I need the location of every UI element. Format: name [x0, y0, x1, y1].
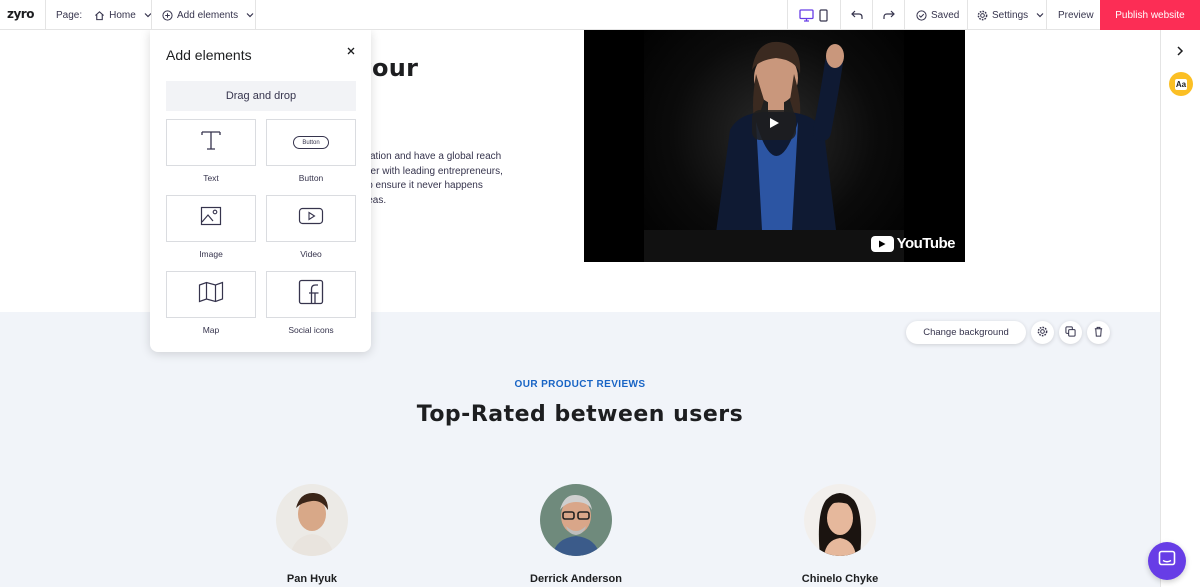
text-icon [200, 129, 222, 156]
reviewer-card[interactable]: Pan Hyuk [232, 484, 392, 585]
check-circle-icon [916, 9, 927, 21]
publish-website-button[interactable]: Publish website [1100, 0, 1200, 30]
plus-circle-icon [162, 9, 173, 21]
gear-icon [977, 10, 988, 21]
undo-icon [851, 10, 863, 20]
panel-title: Add elements [166, 47, 252, 63]
page-value: Home [109, 9, 136, 21]
drag-and-drop-hint: Drag and drop [166, 81, 356, 111]
chevron-down-icon [246, 11, 254, 19]
saved-label: Saved [931, 9, 960, 21]
add-elements-button[interactable]: Add elements [162, 0, 254, 30]
undo-button[interactable] [851, 0, 863, 30]
change-background-button[interactable]: Change background [906, 321, 1026, 344]
avatar [276, 484, 348, 556]
play-icon [768, 116, 780, 134]
tile-label: Text [203, 173, 219, 183]
reviewer-name: Derrick Anderson [530, 573, 622, 585]
hero-text-line: leas. [365, 194, 387, 206]
image-icon [200, 206, 222, 231]
mobile-view-button[interactable] [819, 0, 828, 30]
close-icon[interactable] [345, 44, 357, 56]
divider [872, 0, 873, 30]
desktop-icon [799, 8, 814, 22]
add-elements-label: Add elements [177, 9, 239, 21]
duplicate-section-button[interactable] [1059, 321, 1082, 344]
divider [967, 0, 968, 30]
reviewer-card[interactable]: Chinelo Chyke [760, 484, 920, 585]
reviews-section[interactable]: OUR PRODUCT REVIEWS Top-Rated between us… [0, 312, 1160, 587]
map-element-tile[interactable] [166, 271, 256, 318]
divider [255, 0, 256, 30]
video-element-tile[interactable] [266, 195, 356, 242]
youtube-logo[interactable]: YouTube [870, 235, 956, 252]
divider [904, 0, 905, 30]
image-element-tile[interactable] [166, 195, 256, 242]
add-elements-panel: Add elements Drag and drop Text Button B… [150, 30, 371, 352]
divider [840, 0, 841, 30]
tile-label: Social icons [288, 325, 334, 335]
saved-status: Saved [916, 0, 959, 30]
hero-text-line: lp ensure it never happens [365, 180, 483, 192]
trash-icon [1093, 324, 1104, 342]
hero-text-line: vation and have a global reach [365, 151, 502, 162]
text-element-tile[interactable] [166, 119, 256, 166]
divider [45, 0, 46, 30]
button-icon: Button [293, 136, 329, 149]
chevron-right-icon[interactable] [1174, 44, 1186, 62]
divider [151, 0, 152, 30]
settings-button[interactable]: Settings [977, 0, 1044, 30]
map-icon [198, 281, 224, 308]
gear-icon [1037, 324, 1048, 342]
desktop-view-button[interactable] [799, 0, 814, 30]
chevron-down-icon [1036, 11, 1044, 19]
youtube-wordmark: YouTube [896, 235, 956, 252]
facebook-icon [298, 279, 324, 310]
reviewer-name: Chinelo Chyke [801, 573, 879, 585]
tile-label: Button [298, 173, 324, 183]
hero-text[interactable]: vation and have a global reach her with … [365, 150, 505, 208]
right-sidebar: Aa [1160, 30, 1200, 587]
avatar [804, 484, 876, 556]
redo-icon [883, 10, 895, 20]
video-icon [298, 207, 324, 230]
tile-label: Image [199, 249, 223, 259]
settings-label: Settings [992, 9, 1029, 21]
mobile-icon [819, 8, 828, 22]
reviews-subtitle[interactable]: OUR PRODUCT REVIEWS [0, 379, 1160, 390]
video-embed[interactable]: YouTube [584, 30, 965, 262]
avatar [540, 484, 612, 556]
top-bar: zyro Page: Home Add elements Saved Setti… [0, 0, 1200, 30]
preview-button[interactable]: Preview [1058, 0, 1094, 30]
button-element-tile[interactable]: Button [266, 119, 356, 166]
tile-label: Video [300, 249, 322, 259]
divider [1046, 0, 1047, 30]
page-selector[interactable]: Page: Home [56, 0, 152, 30]
section-settings-button[interactable] [1031, 321, 1054, 344]
reviewer-card[interactable]: Derrick Anderson [496, 484, 656, 585]
preview-label: Preview [1058, 9, 1094, 21]
youtube-play-icon [870, 235, 894, 252]
tile-label: Map [202, 325, 220, 335]
typography-icon[interactable]: Aa [1169, 72, 1193, 96]
duplicate-icon [1065, 324, 1076, 342]
delete-section-button[interactable] [1087, 321, 1110, 344]
play-button[interactable] [752, 110, 796, 140]
reviewer-name: Pan Hyuk [286, 573, 338, 585]
speaker-figure [644, 41, 904, 262]
chat-icon [1158, 550, 1176, 573]
zyro-logo[interactable]: zyro [7, 7, 34, 21]
chat-button[interactable] [1148, 542, 1186, 580]
video-frame [644, 30, 904, 262]
page-label: Page: [56, 9, 83, 21]
reviews-title[interactable]: Top-Rated between users [0, 402, 1160, 427]
home-icon [94, 10, 105, 21]
redo-button[interactable] [883, 0, 895, 30]
social-icons-element-tile[interactable] [266, 271, 356, 318]
hero-text-line: her with leading entrepreneurs, [365, 165, 503, 177]
divider [787, 0, 788, 30]
